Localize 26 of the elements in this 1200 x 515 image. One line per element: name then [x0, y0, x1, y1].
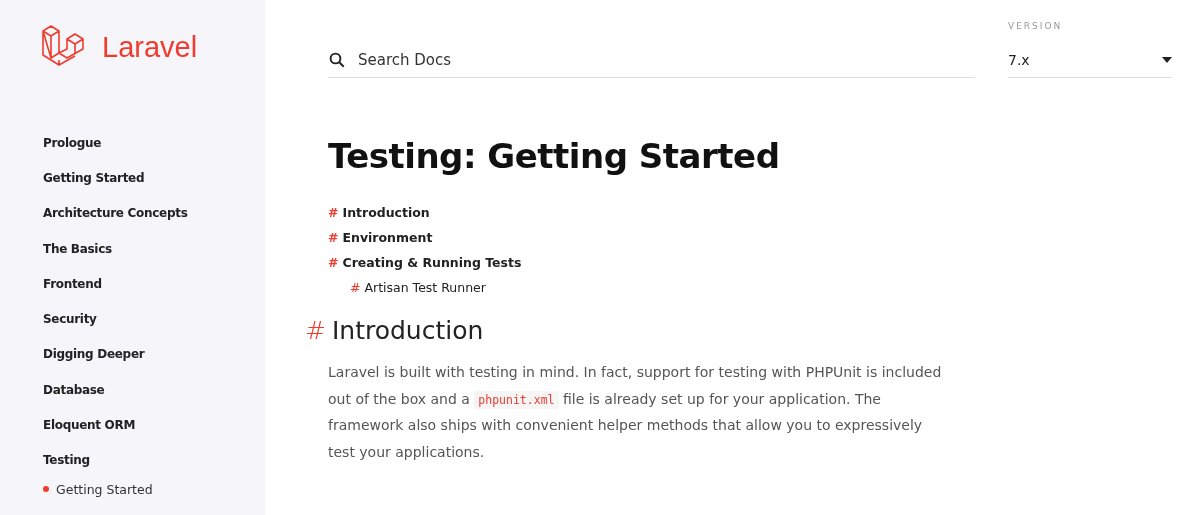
toc-link[interactable]: # Artisan Test Runner — [328, 275, 1172, 300]
sidebar-subitem-label[interactable]: Getting Started — [56, 481, 153, 497]
sidebar-item[interactable]: Architecture Concepts — [43, 195, 265, 231]
toc-link[interactable]: # Creating & Running Tests — [328, 250, 1172, 275]
sidebar-subitem[interactable]: Getting Started — [43, 481, 265, 497]
toc-link[interactable]: # Introduction — [328, 200, 1172, 225]
paragraph: Laravel is built with testing in mind. In fact, support for testing with PHPUnit is included out of the box and a phpunit.xml file is already set up for your application. The framework also ships with convenient helper methods that allow you to expressively test your applications. — [328, 363, 943, 462]
anchor-link[interactable]: # — [305, 316, 326, 345]
version-label: VERSION — [1008, 21, 1064, 31]
search-field[interactable]: Search Docs — [328, 43, 975, 78]
section-heading: Introduction — [331, 316, 484, 345]
sidebar-item[interactable]: Testing — [43, 442, 265, 478]
toc-link[interactable]: # Environment — [328, 225, 1172, 250]
sidebar-item[interactable]: Digging Deeper — [43, 336, 265, 373]
sidebar-item[interactable]: Prologue — [43, 125, 265, 161]
sidebar-item[interactable]: Security — [43, 301, 265, 337]
sidebar-item[interactable]: Getting Started — [43, 160, 265, 196]
sidebar-item[interactable]: The Basics — [43, 230, 265, 267]
page-title: Testing: Getting Started — [328, 136, 781, 176]
sidebar-item[interactable]: Database — [43, 372, 265, 408]
version-select[interactable]: 7.x — [1008, 43, 1172, 78]
sidebar-item[interactable]: Eloquent ORM — [43, 407, 265, 443]
caret-icon — [1162, 57, 1172, 63]
search-icon — [328, 51, 346, 69]
sidebar-item[interactable]: Frontend — [43, 266, 265, 302]
logo-wordmark[interactable]: Laravel — [102, 30, 198, 64]
